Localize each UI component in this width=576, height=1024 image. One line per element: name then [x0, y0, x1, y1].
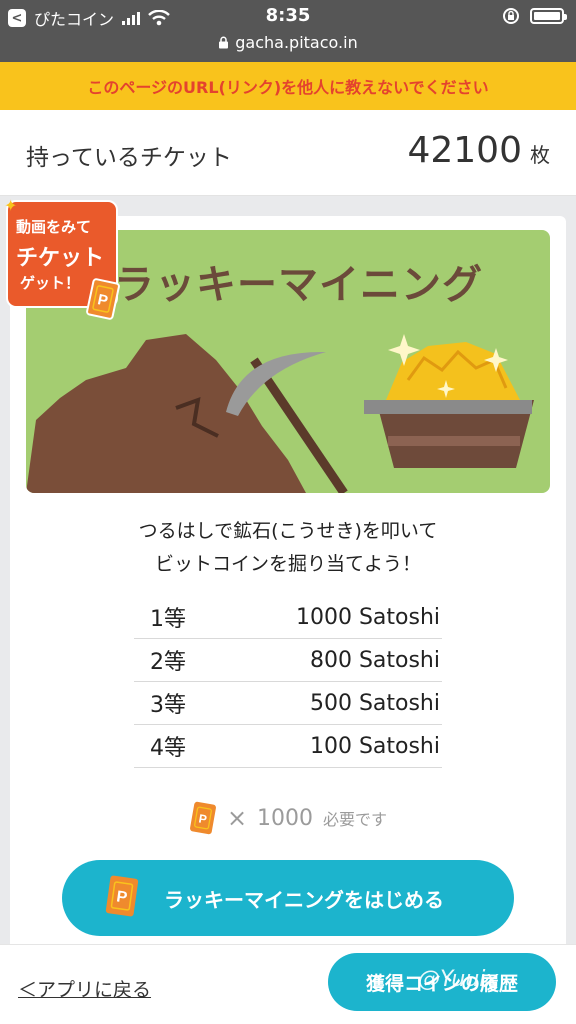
prize-rank: 2等: [150, 650, 186, 675]
badge-line-3: ゲット！: [20, 274, 81, 292]
battery-icon: [530, 8, 567, 24]
ticket-unit: 枚: [530, 143, 550, 167]
bottom-bar: ＜アプリに戻る 獲得コインの履歴 @Yuuix: [0, 944, 576, 1024]
url-text: gacha.pitaco.in: [235, 33, 358, 52]
ticket-icon: P: [189, 801, 216, 835]
ticket-balance-value: 42100 枚: [407, 130, 550, 171]
prize-reward: 100 Satoshi: [309, 733, 440, 759]
address-bar[interactable]: gacha.pitaco.in: [0, 33, 576, 52]
cost-required-label: 必要です: [323, 810, 388, 829]
banner-title: ラッキーマイニング: [114, 262, 483, 308]
description-line-2: ビットコインを掘り当てよう！: [154, 553, 421, 575]
prize-reward: 800 Satoshi: [309, 647, 440, 673]
cost-amount: 1000: [257, 805, 314, 831]
start-mining-button[interactable]: P ラッキーマイニングをはじめる: [62, 860, 514, 936]
status-right: [502, 7, 567, 25]
prize-rank: 1等: [150, 607, 186, 632]
sparkle-icon: ✦: [4, 196, 18, 215]
start-mining-label: ラッキーマイニングをはじめる: [164, 887, 444, 912]
prize-rank: 4等: [150, 736, 186, 761]
prize-reward: 500 Satoshi: [309, 690, 440, 716]
ore-rock: [26, 334, 306, 493]
prize-row: 3等 500 Satoshi: [134, 682, 442, 725]
ticket-icon: P: [86, 278, 120, 320]
ticket-cost: P × 1000 必要です: [10, 801, 566, 835]
gacha-card: ラッキーマイニング つるはしで鉱石(こうせき)を叩いて ビットコインを掘り当てよ…: [10, 216, 566, 996]
back-to-app-link[interactable]: ＜アプリに戻る: [18, 975, 151, 1002]
privacy-warning: このページのURL(リンク)を他人に教えないでください: [0, 62, 576, 110]
ticket-balance-label: 持っているチケット: [26, 145, 232, 171]
watch-video-badge[interactable]: ✦ 動画をみて チケット ゲット！ P: [4, 196, 120, 320]
ticket-balance: 持っているチケット 42100 枚: [0, 110, 576, 196]
prize-row: 2等 800 Satoshi: [134, 639, 442, 682]
lock-icon: [219, 36, 229, 49]
badge-line-1: 動画をみて: [16, 218, 92, 236]
badge-line-2: チケット: [16, 246, 105, 271]
prize-table: 1等 1000 Satoshi 2等 800 Satoshi 3等 500 Sa…: [134, 596, 442, 768]
watermark: @Yuuix: [418, 967, 499, 992]
ticket-icon: P: [104, 874, 140, 922]
clock: 8:35: [265, 5, 311, 26]
cost-times: ×: [226, 804, 248, 832]
rotation-lock-icon: [503, 8, 519, 24]
description-line-1: つるはしで鉱石(こうせき)を叩いて: [138, 520, 438, 542]
prize-row: 1等 1000 Satoshi: [134, 596, 442, 639]
prize-rank: 3等: [150, 693, 186, 718]
ticket-count: 42100: [407, 130, 522, 171]
prize-reward: 1000 Satoshi: [295, 604, 440, 630]
status-bar: < ぴたコイン 8:35 gacha.pitaco.in: [0, 0, 576, 62]
prize-row: 4等 100 Satoshi: [134, 725, 442, 768]
